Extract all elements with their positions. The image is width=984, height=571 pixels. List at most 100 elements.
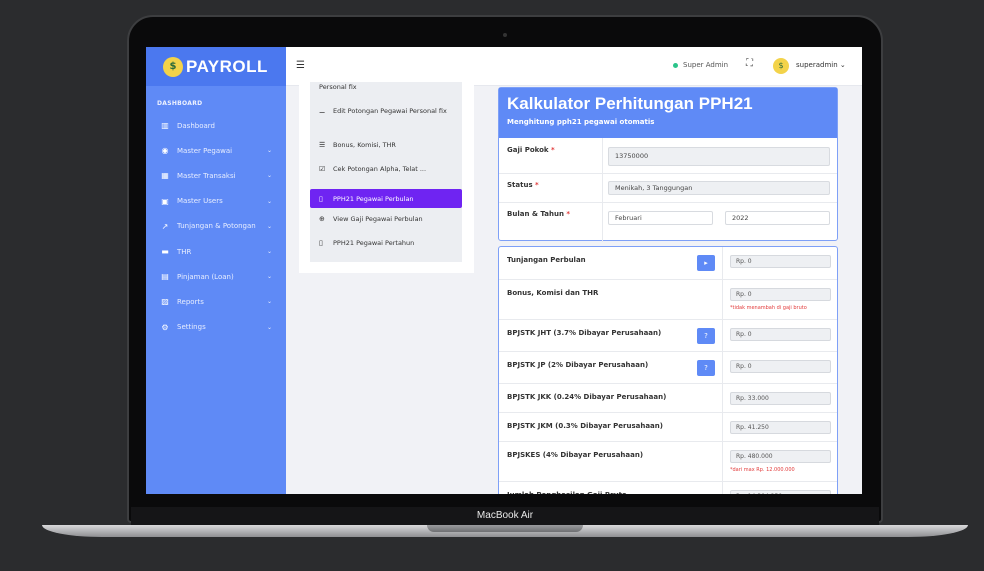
gear-icon: ⚙ bbox=[161, 322, 169, 332]
sidebar-item-pinjaman-loan[interactable]: ▤ Pinjaman (Loan) ⌄ bbox=[146, 264, 286, 289]
menu-toggle-icon[interactable]: ☰ bbox=[296, 60, 305, 71]
pph21-components-card: Tunjangan Perbulan ▸ Rp. 0 Bonus, Komisi da… bbox=[498, 246, 838, 494]
fullscreen-icon[interactable]: ⛶ bbox=[746, 59, 756, 69]
component-label: BPJSKES (4% Dibayar Perusahaan) bbox=[507, 451, 644, 459]
topbar: ☰ Super Admin ⛶ $ superadmin ⌄ bbox=[286, 47, 862, 86]
sidebar-item-reports[interactable]: ▨ Reports ⌄ bbox=[146, 289, 286, 314]
username: superadmin bbox=[796, 61, 838, 69]
chevron-down-icon: ⌄ bbox=[266, 197, 272, 205]
sidebar-item-tunjangan-potongan[interactable]: ↗ Tunjangan & Potongan ⌄ bbox=[146, 214, 286, 239]
gaji-pokok-input[interactable]: 13750000 bbox=[608, 147, 830, 166]
wallet-icon: ▤ bbox=[161, 272, 169, 282]
submenu-item-personal-fix[interactable]: Personal fix bbox=[310, 82, 462, 92]
chevron-down-icon: ⌄ bbox=[266, 172, 272, 180]
sidebar-nav: ▥ Dashboard ◉ Master Pegawai ⌄ ▦ Master Transa… bbox=[146, 113, 286, 340]
component-row: BPJSTK JKM (0.3% Dibayar Perusahaan) Rp. … bbox=[499, 413, 837, 442]
user-menu[interactable]: superadmin ⌄ bbox=[796, 61, 846, 69]
status-select[interactable]: Menikah, 3 Tanggungan bbox=[608, 181, 830, 195]
submenu-item-label: View Gaji Pegawai Perbulan bbox=[333, 215, 423, 223]
chevron-down-icon: ⌄ bbox=[266, 147, 272, 155]
component-note: *tidak menambah di gaji bruto bbox=[730, 305, 807, 311]
component-row: Jumlah Penghasilan Gaji Bruto Rp. 14.304.… bbox=[499, 482, 837, 494]
component-row: Tunjangan Perbulan ▸ Rp. 0 bbox=[499, 247, 837, 280]
submenu-item-bonus-komisi-thr[interactable]: ☰ Bonus, Komisi, THR bbox=[310, 140, 462, 150]
component-row: BPJSKES (4% Dibayar Perusahaan) Rp. 480.0… bbox=[499, 442, 837, 482]
user-minus-icon: ⚊ bbox=[319, 107, 326, 115]
help-icon[interactable]: ? bbox=[697, 360, 715, 376]
calendar-icon: ▦ bbox=[161, 171, 169, 181]
sidebar-item-label: Master Pegawai bbox=[177, 146, 233, 155]
app-logo[interactable]: $ PAYROLL bbox=[146, 47, 286, 86]
user-circle-icon: ◉ bbox=[161, 146, 169, 156]
submenu-item-cek-potongan-alpha-telat[interactable]: ☑ Cek Potongan Alpha, Telat ... bbox=[310, 164, 462, 174]
component-value-input[interactable]: Rp. 33.000 bbox=[730, 392, 831, 405]
component-value-input[interactable]: Rp. 41.250 bbox=[730, 421, 831, 434]
chevron-down-icon: ⌄ bbox=[266, 298, 272, 306]
component-row: Bonus, Komisi dan THR Rp. 0 *tidak menamba… bbox=[499, 280, 837, 320]
card-header: Kalkulator Perhitungan PPH21 Menghitung … bbox=[499, 88, 837, 138]
sidebar-item-master-transaksi[interactable]: ▦ Master Transaksi ⌄ bbox=[146, 163, 286, 188]
chevron-down-icon: ⌄ bbox=[266, 222, 272, 230]
avatar[interactable]: $ bbox=[773, 58, 789, 74]
sidebar-section-title: DASHBOARD bbox=[157, 100, 203, 107]
sidebar-item-label: Master Transaksi bbox=[177, 171, 236, 180]
sidebar-item-settings[interactable]: ⚙ Settings ⌄ bbox=[146, 315, 286, 340]
component-label: Tunjangan Perbulan bbox=[507, 256, 586, 264]
submenu-item-pph21-pegawai-perbulan[interactable]: ▯ PPH21 Pegawai Perbulan bbox=[310, 189, 462, 208]
sidebar: $ PAYROLL DASHBOARD ▥ Dashboard ◉ Master Pe… bbox=[146, 47, 286, 494]
component-value-input[interactable]: Rp. 0 bbox=[730, 255, 831, 268]
trend-icon: ↗ bbox=[161, 221, 169, 231]
sidebar-item-label: Dashboard bbox=[177, 121, 215, 130]
sidebar-item-dashboard[interactable]: ▥ Dashboard bbox=[146, 113, 286, 138]
submenu-list: Personal fix ⚊ Edit Potongan Pegawai Perso… bbox=[310, 82, 462, 262]
component-label: BPJSTK JKK (0.24% Dibayar Perusahaan) bbox=[507, 393, 667, 401]
component-label: BPJSTK JHT (3.7% Dibayar Perusahaan) bbox=[507, 329, 662, 337]
sidebar-item-label: Master Users bbox=[177, 197, 223, 206]
sidebar-item-label: Reports bbox=[177, 297, 204, 306]
component-value-input[interactable]: Rp. 0 bbox=[730, 288, 831, 301]
sidebar-item-master-pegawai[interactable]: ◉ Master Pegawai ⌄ bbox=[146, 138, 286, 163]
pph21-calculator-card: Kalkulator Perhitungan PPH21 Menghitung … bbox=[498, 87, 838, 242]
report-icon: ▨ bbox=[161, 297, 169, 307]
list-icon: ☰ bbox=[319, 141, 326, 149]
component-note: *dari max Rp. 12.000.000 bbox=[730, 467, 795, 473]
component-value-input[interactable]: Rp. 14.304.250 bbox=[730, 490, 831, 494]
id-card-icon: ▣ bbox=[161, 196, 169, 206]
submenu-item-label: Personal fix bbox=[319, 83, 357, 91]
submenu-item-edit-potongan-pegawai-personal-fix[interactable]: ⚊ Edit Potongan Pegawai Personal fix bbox=[310, 106, 462, 128]
sidebar-item-master-users[interactable]: ▣ Master Users ⌄ bbox=[146, 189, 286, 214]
submenu-panel: Personal fix ⚊ Edit Potongan Pegawai Perso… bbox=[299, 82, 474, 273]
year-select[interactable]: 2022 bbox=[725, 211, 830, 225]
sidebar-item-label: Pinjaman (Loan) bbox=[177, 272, 234, 281]
gaji-pokok-row: Gaji Pokok * 13750000 bbox=[499, 138, 837, 174]
submenu-item-view-gaji-pegawai-perbulan[interactable]: ⊕ View Gaji Pegawai Perbulan bbox=[310, 214, 462, 224]
chevron-down-icon: ⌄ bbox=[266, 248, 272, 256]
component-value-input[interactable]: Rp. 0 bbox=[730, 360, 831, 373]
logo-text: PAYROLL bbox=[186, 56, 268, 76]
camera-dot bbox=[503, 33, 507, 37]
periode-label: Bulan & Tahun * bbox=[507, 210, 571, 218]
status-label: Status * bbox=[507, 181, 539, 189]
chevron-down-icon: ⌄ bbox=[266, 323, 272, 331]
page-title: Kalkulator Perhitungan PPH21 bbox=[507, 94, 753, 113]
device-label: MacBook Air bbox=[476, 510, 534, 521]
play-icon[interactable]: ▸ bbox=[697, 255, 715, 271]
submenu-item-label: Edit Potongan Pegawai Personal fix bbox=[333, 107, 447, 115]
month-select[interactable]: Februari bbox=[608, 211, 713, 225]
chevron-down-icon: ⌄ bbox=[839, 61, 846, 69]
component-row: BPJSTK JHT (3.7% Dibayar Perusahaan)? Rp.… bbox=[499, 320, 837, 352]
card-icon: ▬ bbox=[161, 247, 169, 257]
file-icon: ▯ bbox=[319, 239, 323, 247]
laptop-notch bbox=[427, 525, 583, 532]
component-label: BPJSTK JP (2% Dibayar Perusahaan) bbox=[507, 361, 649, 369]
component-row: BPJSTK JP (2% Dibayar Perusahaan)? Rp. 0 bbox=[499, 352, 837, 384]
component-label: Jumlah Penghasilan Gaji Bruto bbox=[507, 491, 627, 494]
component-label: Bonus, Komisi dan THR bbox=[507, 289, 599, 297]
component-value-input[interactable]: Rp. 0 bbox=[730, 328, 831, 341]
submenu-item-label: PPH21 Pegawai Perbulan bbox=[333, 194, 414, 203]
sidebar-item-label: Settings bbox=[177, 323, 206, 332]
submenu-item-pph21-pegawai-pertahun[interactable]: ▯ PPH21 Pegawai Pertahun bbox=[310, 238, 462, 248]
sidebar-item-thr[interactable]: ▬ THR ⌄ bbox=[146, 239, 286, 264]
component-value-input[interactable]: Rp. 480.000 bbox=[730, 450, 831, 463]
help-icon[interactable]: ? bbox=[697, 328, 715, 344]
